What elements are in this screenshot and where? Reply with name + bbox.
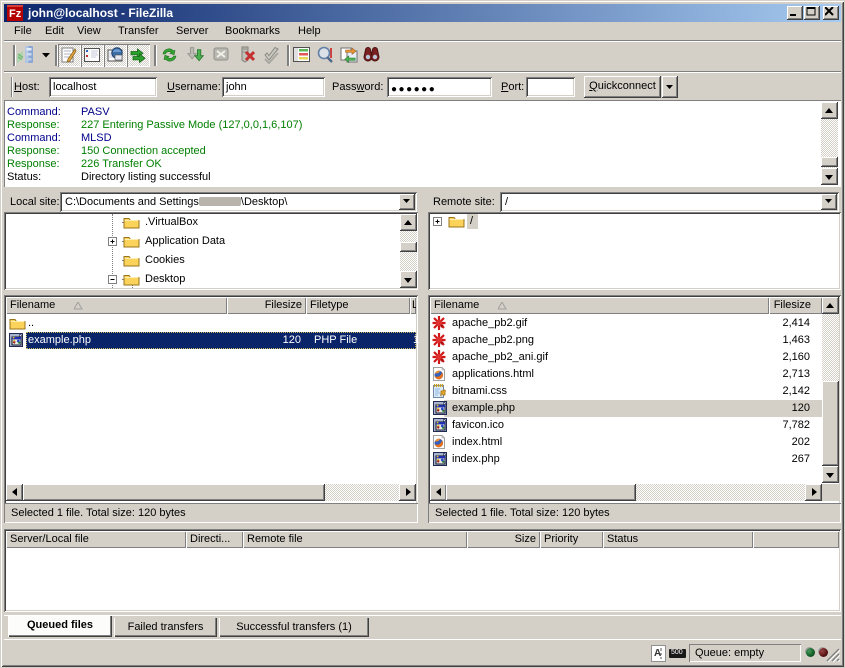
svg-text:Fz: Fz	[9, 8, 22, 20]
